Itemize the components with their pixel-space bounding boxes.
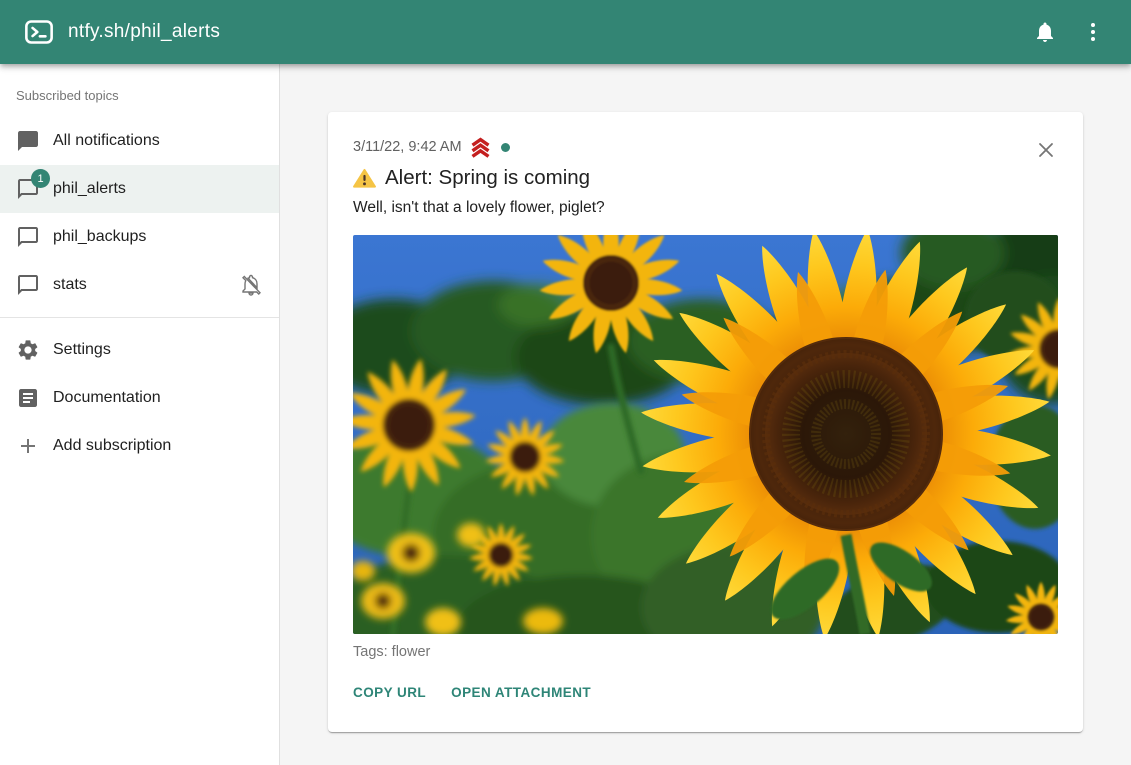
chat-filled-icon — [16, 129, 40, 153]
warning-emoji-icon — [353, 168, 376, 189]
priority-high-chevrons-icon — [469, 137, 492, 158]
notifications-off-icon — [239, 273, 263, 297]
sidebar-item-add-subscription[interactable]: Add subscription — [0, 422, 279, 470]
sidebar: Subscribed topics All notifications 1 ph… — [0, 64, 280, 765]
attachment-image[interactable] — [353, 235, 1058, 634]
sidebar-item-all-notifications[interactable]: All notifications — [0, 117, 279, 165]
notification-meta: 3/11/22, 9:42 AM — [353, 137, 1058, 157]
sidebar-item-phil-alerts[interactable]: 1 phil_alerts — [0, 165, 279, 213]
article-icon — [16, 386, 40, 410]
notification-actions: COPY URL OPEN ATTACHMENT — [345, 677, 1058, 708]
chat-outline-icon — [16, 225, 40, 249]
kebab-menu-icon[interactable] — [1069, 8, 1117, 56]
notification-timestamp: 3/11/22, 9:42 AM — [353, 139, 462, 155]
sidebar-item-label: All notifications — [53, 132, 160, 150]
ntfy-app: ntfy.sh/phil_alerts Subscribed topics — [0, 0, 1131, 765]
notification-card: 3/11/22, 9:42 AM — [328, 112, 1083, 732]
open-attachment-button[interactable]: OPEN ATTACHMENT — [443, 677, 599, 708]
sidebar-divider — [0, 317, 279, 318]
sidebar-item-label: Documentation — [53, 389, 161, 407]
sidebar-item-label: phil_alerts — [53, 180, 126, 198]
app-bar: ntfy.sh/phil_alerts — [0, 0, 1131, 64]
chat-outline-icon: 1 — [16, 177, 40, 201]
plus-icon — [16, 434, 40, 458]
sidebar-item-documentation[interactable]: Documentation — [0, 374, 279, 422]
notification-title-row: Alert: Spring is coming — [353, 164, 1058, 193]
sidebar-item-stats[interactable]: stats — [0, 261, 279, 309]
page-title: ntfy.sh/phil_alerts — [68, 21, 220, 43]
appbar-actions — [1021, 8, 1117, 56]
unread-dot — [501, 143, 510, 152]
chat-outline-icon — [16, 273, 40, 297]
terminal-logo-icon — [24, 17, 54, 47]
close-icon[interactable] — [1032, 136, 1060, 164]
notification-body: Well, isn't that a lovely flower, piglet… — [353, 197, 1058, 219]
sidebar-item-label: stats — [53, 276, 87, 294]
gear-icon — [16, 338, 40, 362]
notification-title: Alert: Spring is coming — [385, 164, 590, 193]
sidebar-item-label: Add subscription — [53, 437, 171, 455]
subscribed-topics-label: Subscribed topics — [0, 82, 279, 117]
notification-tags: Tags: flower — [353, 644, 1058, 660]
sidebar-item-settings[interactable]: Settings — [0, 326, 279, 374]
bell-icon[interactable] — [1021, 8, 1069, 56]
sidebar-item-phil-backups[interactable]: phil_backups — [0, 213, 279, 261]
app-shell: Subscribed topics All notifications 1 ph… — [0, 64, 1131, 765]
sidebar-item-label: Settings — [53, 341, 111, 359]
sidebar-item-label: phil_backups — [53, 228, 146, 246]
main-content: 3/11/22, 9:42 AM — [280, 64, 1131, 765]
copy-url-button[interactable]: COPY URL — [345, 677, 434, 708]
unread-count-badge: 1 — [31, 169, 50, 188]
